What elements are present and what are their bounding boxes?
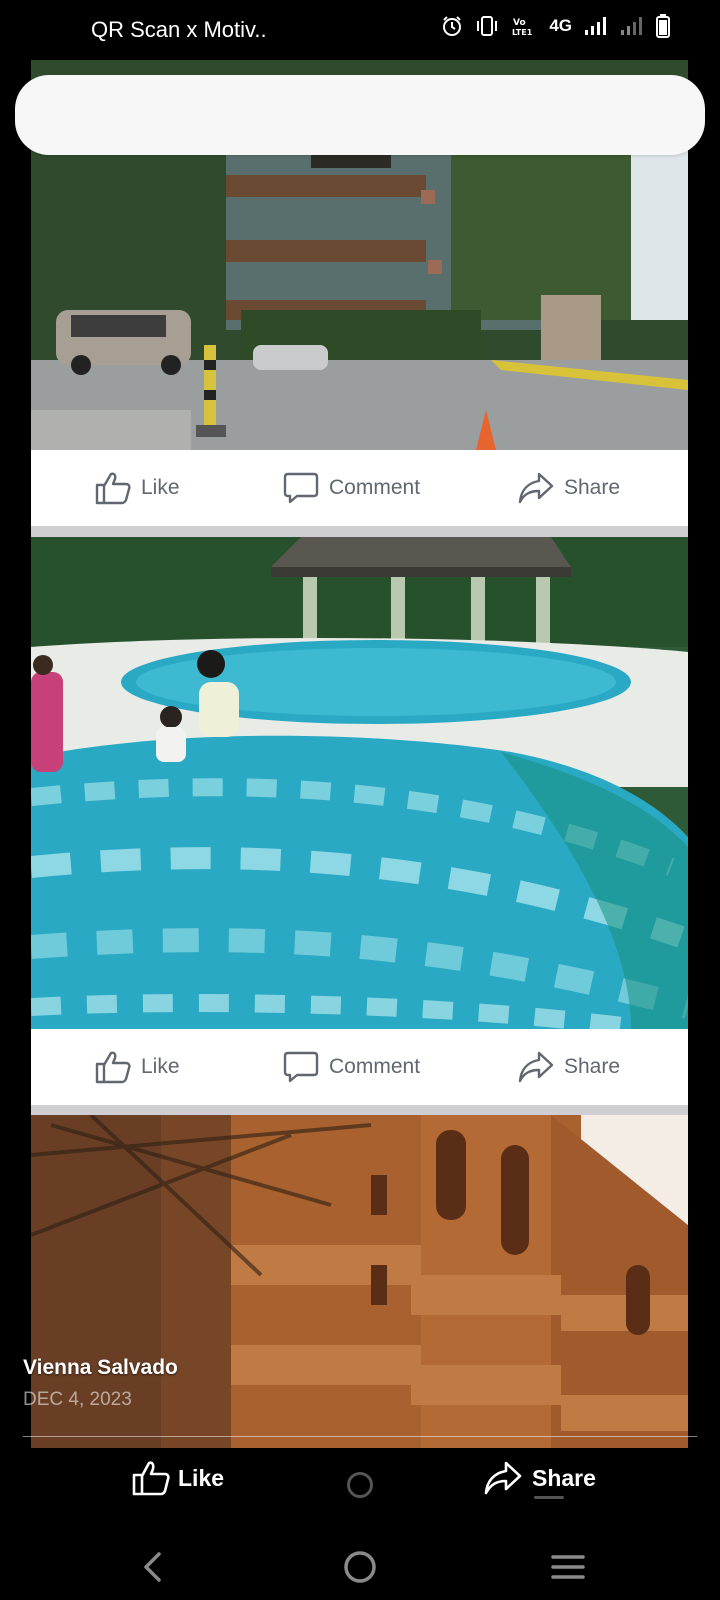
post-actions: Like Comment Share [31, 450, 688, 526]
viewer-like-label: Like [178, 1464, 225, 1491]
post-date: DEC 4, 2023 [23, 1389, 132, 1410]
back-button[interactable] [128, 1542, 178, 1592]
home-button[interactable] [335, 1542, 385, 1592]
ghost-home-icon [347, 1472, 373, 1498]
alarm-icon [443, 16, 462, 36]
like-label: Like [141, 476, 180, 499]
viewer-like-button[interactable]: Like [132, 1460, 224, 1496]
back-icon [144, 1552, 161, 1582]
volte-icon: Vo LTE1 [512, 18, 533, 37]
signal-weak-icon [621, 17, 642, 35]
network-label: 4G [549, 16, 572, 35]
post-photo-pool[interactable] [31, 537, 688, 1029]
share-label: Share [564, 476, 621, 499]
comment-label: Comment [329, 1055, 421, 1078]
comment-button[interactable]: Comment [283, 1029, 420, 1105]
author-name[interactable]: Vienna Salvado [23, 1356, 178, 1380]
thumbs-up-icon [132, 1461, 170, 1496]
recents-button[interactable] [543, 1542, 593, 1592]
signal-icon [585, 17, 606, 35]
ghost-line [534, 1496, 564, 1499]
viewer-share-button[interactable]: Share [484, 1460, 596, 1496]
home-icon [344, 1551, 376, 1583]
share-label: Share [564, 1055, 621, 1078]
like-button[interactable]: Like [95, 1029, 180, 1105]
comment-label: Comment [329, 476, 421, 499]
like-button[interactable]: Like [95, 450, 180, 526]
share-icon [518, 1051, 554, 1083]
recents-icon [551, 1555, 585, 1579]
share-button[interactable]: Share [518, 1029, 620, 1105]
search-bar[interactable] [15, 75, 705, 155]
thumbs-up-icon [95, 472, 131, 505]
battery-icon [656, 14, 670, 38]
status-bar: QR Scan x Motiv.. Vo LTE1 4G [0, 0, 720, 60]
like-label: Like [141, 1055, 180, 1078]
thumbs-up-icon [95, 1051, 131, 1084]
status-icons: Vo LTE1 4G [441, 14, 670, 38]
comment-button[interactable]: Comment [283, 450, 420, 526]
app-title: QR Scan x Motiv.. [91, 17, 267, 42]
share-icon [484, 1461, 522, 1495]
svg-text:LTE1: LTE1 [512, 28, 533, 37]
svg-text:Vo: Vo [513, 18, 526, 28]
post-feed[interactable]: Like Comment Share Like Comment Share [31, 60, 688, 1448]
divider [23, 1436, 697, 1437]
share-button[interactable]: Share [518, 450, 620, 526]
share-icon [518, 472, 554, 504]
comment-icon [283, 1051, 319, 1083]
viewer-share-label: Share [532, 1464, 596, 1491]
system-nav-bar [0, 1530, 720, 1600]
post-actions: Like Comment Share [31, 1029, 688, 1105]
comment-icon [283, 472, 319, 504]
vibrate-icon [477, 16, 498, 36]
